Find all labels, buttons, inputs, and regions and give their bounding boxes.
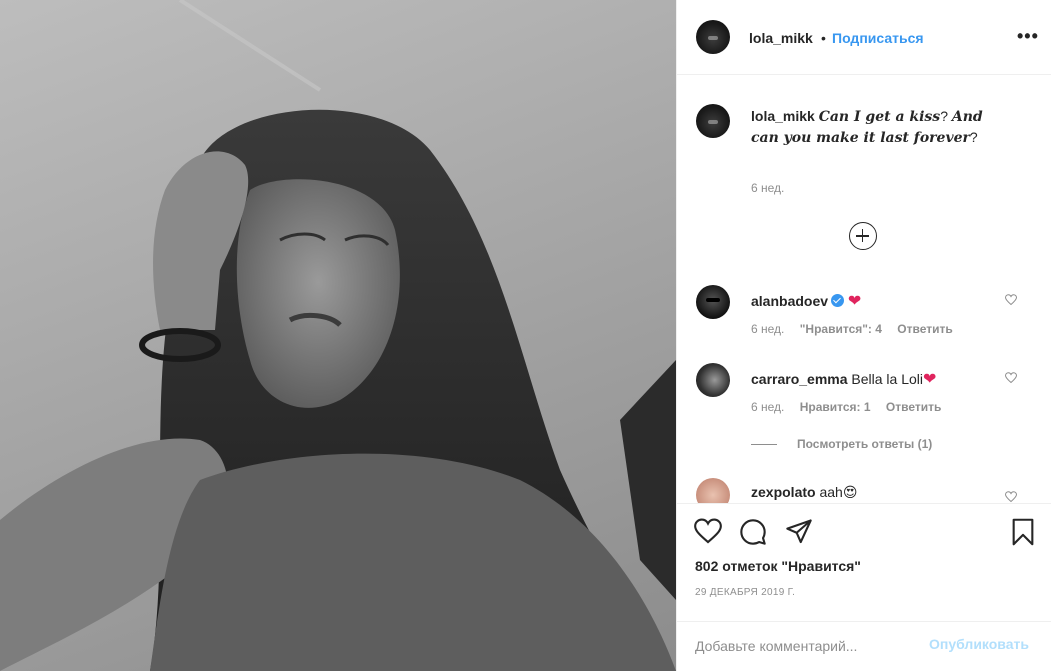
- reply-button[interactable]: Ответить: [897, 322, 952, 336]
- verified-icon: [831, 294, 845, 307]
- likes-count[interactable]: 802 отметок "Нравится": [695, 558, 861, 574]
- comment-likes-count[interactable]: Нравится: 1: [800, 400, 871, 414]
- caption-question-mark-2: ?: [969, 129, 978, 145]
- commenter-avatar[interactable]: [696, 285, 730, 319]
- view-replies-link[interactable]: Посмотреть ответы (1): [751, 437, 932, 451]
- add-comments-icon[interactable]: [849, 222, 877, 250]
- caption-username[interactable]: lola_mikk: [751, 108, 815, 124]
- more-icon[interactable]: •••: [1017, 26, 1039, 47]
- heart-eyes-emoji: 😍: [842, 484, 858, 500]
- post-caption: lola_mikk Can I get a kiss? And can you …: [751, 106, 991, 148]
- caption-author-avatar[interactable]: [696, 104, 730, 138]
- header-separator: •: [821, 30, 826, 46]
- post-photo-illustration: [0, 0, 676, 671]
- comment-like-heart-icon[interactable]: [1005, 372, 1017, 384]
- comment-meta: 6 нед. Нравится: 1 Ответить: [751, 400, 953, 414]
- post-date[interactable]: 29 ДЕКАБРЯ 2019 Г.: [695, 587, 795, 598]
- post-actions: 802 отметок "Нравится" 29 ДЕКАБРЯ 2019 Г…: [677, 503, 1051, 621]
- red-heart-emoji: ❤: [847, 293, 862, 310]
- comment-text: alanbadoev ❤: [751, 291, 861, 311]
- comment-like-heart-icon[interactable]: [1005, 491, 1017, 503]
- reply-button[interactable]: Ответить: [886, 400, 941, 414]
- author-avatar[interactable]: [696, 20, 730, 54]
- comment-like-heart-icon[interactable]: [1005, 294, 1017, 306]
- commenter-avatar[interactable]: [696, 363, 730, 397]
- caption-question-mark-1: ?: [940, 108, 948, 124]
- comment-meta: 6 нед. "Нравится": 4 Ответить: [751, 322, 965, 336]
- bookmark-icon[interactable]: [1010, 518, 1036, 546]
- caption-timestamp[interactable]: 6 нед.: [751, 181, 784, 195]
- comment-body: Bella la Loli: [851, 371, 924, 387]
- comment-input[interactable]: [695, 634, 925, 658]
- commenter-username[interactable]: zexpolato: [751, 484, 816, 500]
- add-comment-bar: Опубликовать: [677, 621, 1051, 671]
- follow-button[interactable]: Подписаться: [832, 30, 924, 46]
- comment-text: carraro_emma Bella la Loli❤: [751, 369, 936, 389]
- replies-divider-line: [751, 444, 777, 446]
- post-header: lola_mikk • Подписаться •••: [677, 0, 1051, 75]
- comment-text: zexpolato aah😍: [751, 484, 857, 501]
- commenter-username[interactable]: alanbadoev: [751, 293, 828, 309]
- comment-icon[interactable]: [739, 518, 767, 546]
- publish-button[interactable]: Опубликовать: [929, 636, 1029, 652]
- caption-text-line1: Can I get a kiss: [818, 109, 941, 125]
- heart-icon[interactable]: [694, 518, 722, 544]
- comment-likes-count[interactable]: "Нравится": 4: [800, 322, 882, 336]
- post-side-panel: lola_mikk • Подписаться ••• lola_mikk Ca…: [676, 0, 1051, 671]
- red-heart-emoji: ❤: [923, 371, 937, 388]
- view-replies-label: Посмотреть ответы (1): [797, 437, 933, 451]
- author-username[interactable]: lola_mikk: [749, 30, 813, 46]
- share-icon[interactable]: [785, 518, 813, 544]
- comment-timestamp[interactable]: 6 нед.: [751, 322, 784, 336]
- commenter-username[interactable]: carraro_emma: [751, 371, 848, 387]
- comment-timestamp[interactable]: 6 нед.: [751, 400, 784, 414]
- comment-body: aah: [819, 484, 843, 500]
- post-photo[interactable]: [0, 0, 676, 671]
